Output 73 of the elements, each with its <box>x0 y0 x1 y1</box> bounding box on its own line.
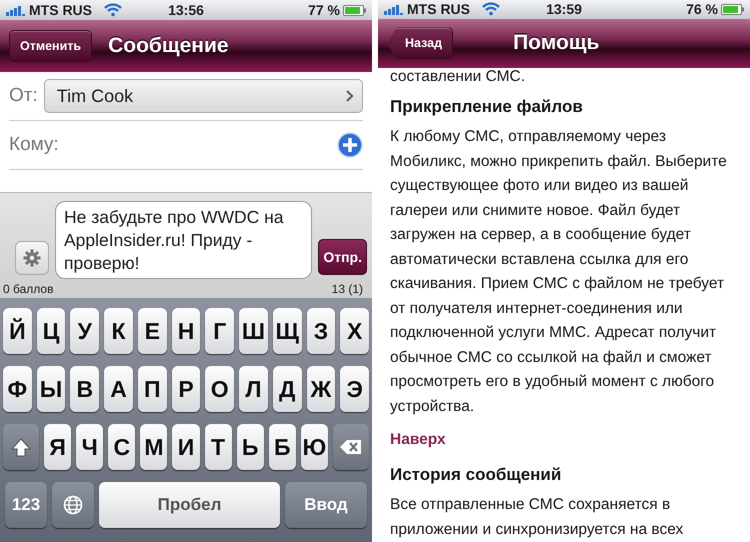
key[interactable]: Х <box>340 308 370 354</box>
from-label: От: <box>9 85 38 107</box>
help-paragraph: К любому СМС, отправляемому через Мобиликс, можно прикрепить файл. Выберите существующее фото или видео из вашей галереи или снимите новое. Файл будет загружен на сервер, а в сообщение будет автоматически вставлена ссылка для его скачивания. Прием СМС с файлом не требует от получателя интернет-соединения или подключенной услуги ММС. Адресат получит обычное СМС со ссылкой на файл и сможет просмотреть его в удобный момент с любого устройства. <box>390 127 728 416</box>
sender-select[interactable]: Tim Cook <box>44 79 363 113</box>
wifi-icon <box>104 3 122 17</box>
key[interactable]: А <box>104 366 133 412</box>
key[interactable]: Е <box>138 308 167 354</box>
wifi-icon <box>482 2 500 16</box>
shift-key[interactable] <box>3 424 40 470</box>
key[interactable]: Ж <box>306 366 336 412</box>
key[interactable]: Й <box>2 308 32 354</box>
key[interactable]: И <box>172 424 200 470</box>
return-key[interactable]: Ввод <box>285 482 367 528</box>
key[interactable]: Ц <box>36 308 66 354</box>
key[interactable]: К <box>104 308 133 354</box>
key[interactable]: Г <box>205 308 234 354</box>
key[interactable]: Ч <box>76 424 104 470</box>
battery-percent: 76 % <box>686 1 718 18</box>
battery-percent: 77 % <box>308 2 340 18</box>
screen-title: Сообщение <box>108 34 229 58</box>
key[interactable]: Я <box>44 424 72 470</box>
key[interactable]: Ь <box>236 424 264 470</box>
battery-icon <box>343 4 366 16</box>
signal-icon <box>6 4 25 16</box>
space-key[interactable]: Пробел <box>99 482 280 528</box>
key[interactable]: У <box>70 308 100 354</box>
key[interactable]: З <box>306 308 336 354</box>
key[interactable]: М <box>140 424 168 470</box>
chevron-icon <box>345 90 354 102</box>
battery-icon <box>721 4 744 15</box>
numbers-key[interactable]: 123 <box>5 482 47 528</box>
backspace-icon <box>339 439 362 455</box>
send-button[interactable]: Отпр. <box>318 239 367 275</box>
back-to-top-link[interactable]: Наверх <box>390 431 446 449</box>
key[interactable]: Ы <box>36 366 66 412</box>
globe-key[interactable] <box>52 482 94 528</box>
section-heading: История сообщений <box>390 465 562 485</box>
key[interactable]: П <box>138 366 167 412</box>
key[interactable]: Щ <box>272 308 302 354</box>
gear-icon <box>23 249 41 267</box>
carrier-name: MTS RUS <box>29 2 92 18</box>
globe-icon <box>63 495 83 515</box>
key[interactable]: С <box>108 424 136 470</box>
shift-arrow-icon <box>11 438 32 456</box>
key[interactable]: Р <box>172 366 200 412</box>
key[interactable]: Ф <box>2 366 32 412</box>
character-count: 13 (1) <box>332 282 363 296</box>
key[interactable]: О <box>205 366 234 412</box>
key[interactable]: В <box>70 366 100 412</box>
points-count: 0 баллов <box>3 282 54 296</box>
to-label: Кому: <box>9 134 59 156</box>
section-heading: Прикрепление файлов <box>390 97 584 117</box>
key[interactable]: Н <box>172 308 200 354</box>
key[interactable]: Т <box>204 424 232 470</box>
clock-time: 13:56 <box>168 2 204 18</box>
backspace-key[interactable] <box>332 424 369 470</box>
clock-time: 13:59 <box>546 1 582 18</box>
help-paragraph: составлении СМС. <box>390 68 526 85</box>
key[interactable]: Л <box>239 366 268 412</box>
help-paragraph: Все отправленные СМС сохраняется в приложении и синхронизируется на всех <box>390 495 684 540</box>
screen-title: Помощь <box>513 31 600 56</box>
cancel-button[interactable]: Отменить <box>9 30 92 62</box>
settings-button[interactable] <box>15 241 49 275</box>
message-field[interactable]: Не забудьте про WWDC на AppleInsider.ru! Приду - проверю! <box>55 201 312 279</box>
signal-icon <box>384 4 403 15</box>
key[interactable]: Б <box>268 424 296 470</box>
add-contact-icon[interactable] <box>337 132 363 158</box>
back-button[interactable]: Назад <box>387 27 454 60</box>
carrier-name: MTS RUS <box>407 1 470 18</box>
key[interactable]: Ш <box>239 308 268 354</box>
key[interactable]: Э <box>340 366 370 412</box>
key[interactable]: Ю <box>300 424 328 470</box>
key[interactable]: Д <box>272 366 302 412</box>
